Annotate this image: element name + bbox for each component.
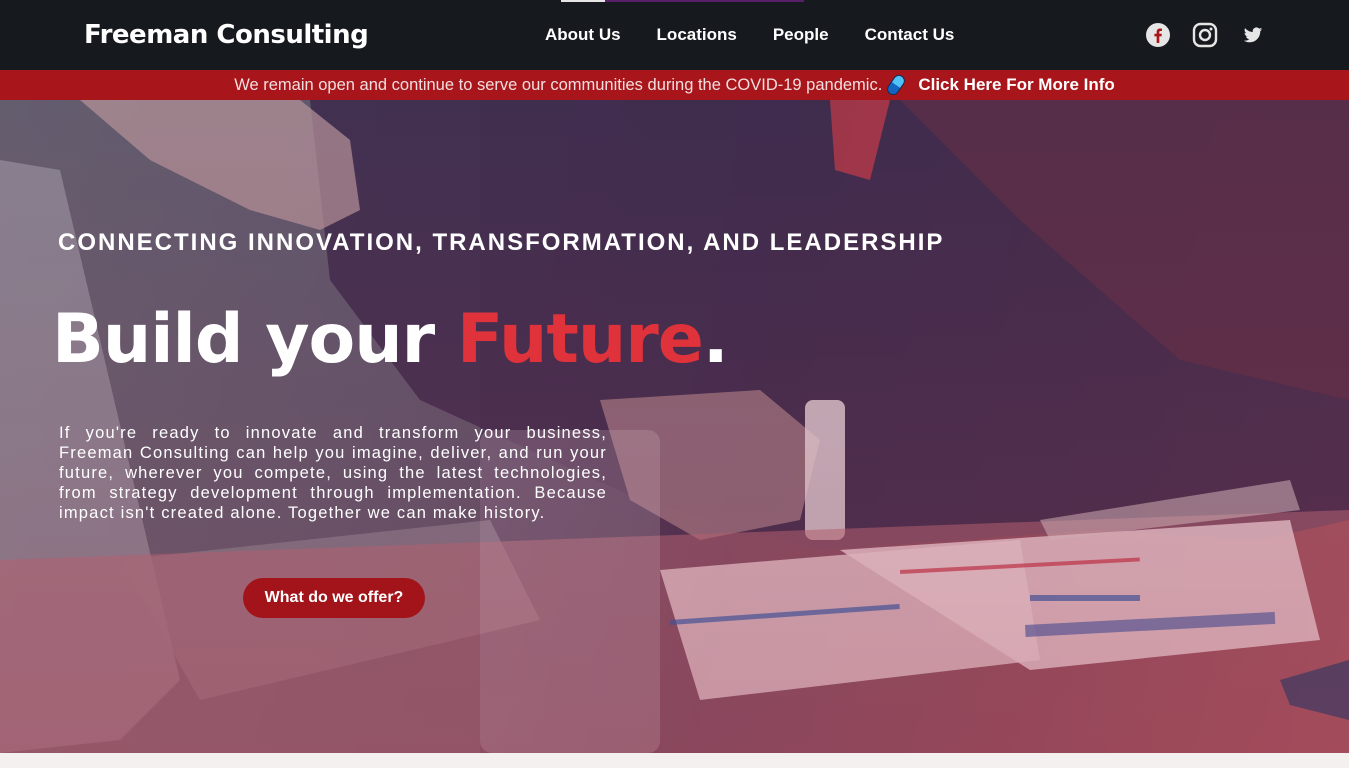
instagram-icon[interactable] [1192,22,1218,48]
hero-body: If you're ready to innovate and transfor… [59,424,607,522]
nav-about-us[interactable]: About Us [545,24,621,46]
covid-banner: We remain open and continue to serve our… [0,70,1349,100]
banner-message: We remain open and continue to serve our… [234,75,883,94]
headline-end: . [702,300,729,379]
scroll-progress-bar [561,0,804,2]
brand-logo[interactable]: Freeman Consulting [84,19,369,51]
headline-start: Build your [52,300,457,379]
offer-button[interactable]: What do we offer? [243,578,425,618]
social-links [1145,22,1263,48]
facebook-icon[interactable] [1145,22,1171,48]
nav-contact-us[interactable]: Contact Us [865,24,955,46]
more-info-link[interactable]: Click Here For More Info [918,75,1114,95]
hero-eyebrow: CONNECTING INNOVATION, TRANSFORMATION, A… [58,229,945,256]
headline-accent: Future [456,300,704,379]
hero-headline: Build your Future. [52,298,729,382]
hero-section: CONNECTING INNOVATION, TRANSFORMATION, A… [0,100,1349,753]
main-nav: About Us Locations People Contact Us [545,24,990,46]
twitter-icon[interactable] [1243,25,1263,45]
pill-icon [885,72,908,98]
nav-people[interactable]: People [773,24,829,46]
nav-locations[interactable]: Locations [657,24,737,46]
scroll-progress-fill [561,0,605,2]
top-navbar: Freeman Consulting About Us Locations Pe… [0,0,1349,70]
